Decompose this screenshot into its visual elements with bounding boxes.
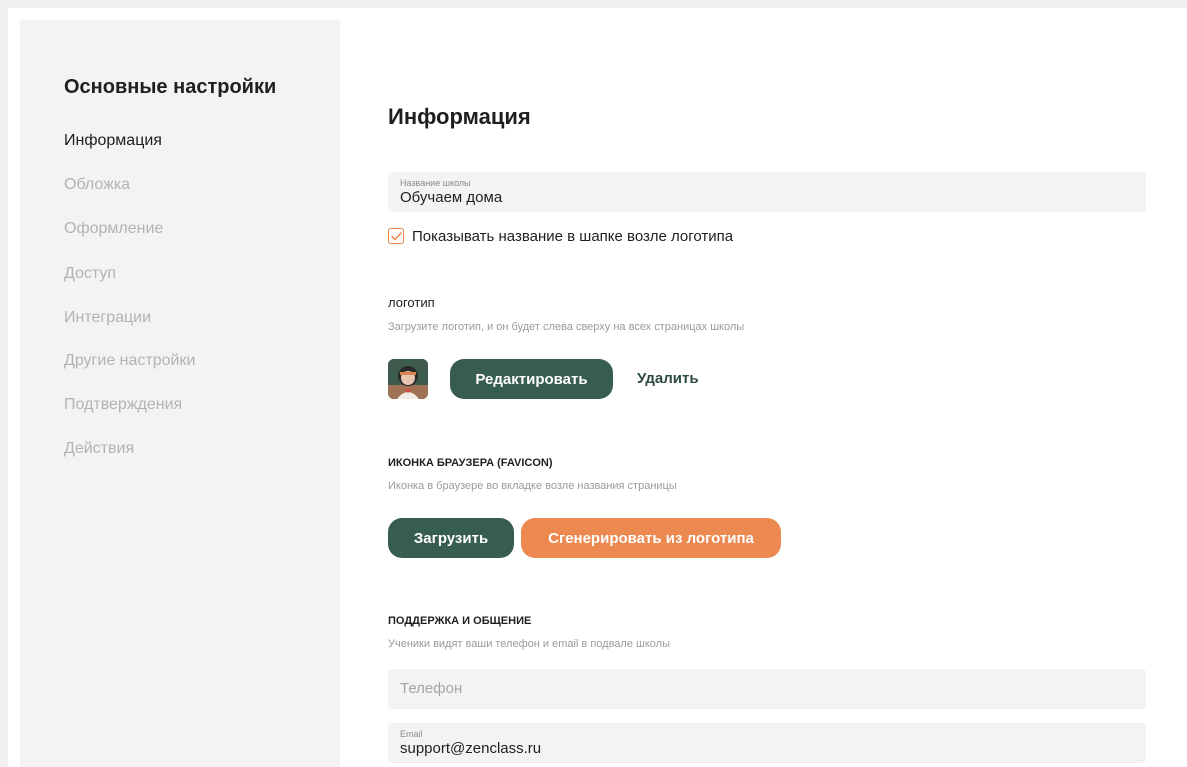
sidebar-item-design[interactable]: Оформление [64, 220, 163, 238]
sidebar-item-confirmations[interactable]: Подтверждения [64, 396, 182, 414]
sidebar-item-integrations[interactable]: Интеграции [64, 309, 151, 327]
email-label: Email [400, 729, 423, 739]
sidebar-item-actions[interactable]: Действия [64, 440, 134, 458]
avatar-logo-icon [388, 359, 428, 399]
delete-logo-button[interactable]: Удалить [637, 370, 699, 387]
phone-field[interactable]: Телефон [388, 669, 1146, 709]
email-value[interactable]: support@zenclass.ru [400, 740, 541, 757]
page-title: Информация [388, 104, 531, 129]
sidebar-item-cover[interactable]: Обложка [64, 176, 130, 194]
settings-sidebar: Основные настройки Информация Обложка Оф… [20, 20, 340, 767]
school-name-field[interactable]: Название школы Обучаем дома [388, 172, 1146, 212]
sidebar-title: Основные настройки [64, 76, 277, 98]
settings-window: Основные настройки Информация Обложка Оф… [8, 8, 1187, 767]
generate-favicon-button[interactable]: Сгенерировать из логотипа [521, 518, 781, 558]
show-name-checkbox-row[interactable]: Показывать название в шапке возле логоти… [388, 227, 733, 245]
logo-thumbnail [388, 359, 428, 399]
school-name-value[interactable]: Обучаем дома [400, 189, 502, 206]
sidebar-item-other-settings[interactable]: Другие настройки [64, 352, 195, 370]
logo-section-title: логотип [388, 295, 435, 310]
upload-favicon-button[interactable]: Загрузить [388, 518, 514, 558]
favicon-section-title: ИКОНКА БРАУЗЕРА (FAVICON) [388, 457, 553, 469]
check-icon [390, 231, 402, 240]
support-section-description: Ученики видят ваши телефон и email в под… [388, 638, 670, 650]
edit-logo-button[interactable]: Редактировать [450, 359, 613, 399]
support-section-title: ПОДДЕРЖКА И ОБЩЕНИЕ [388, 615, 532, 627]
email-field[interactable]: Email support@zenclass.ru [388, 723, 1146, 763]
sidebar-item-access[interactable]: Доступ [64, 265, 116, 283]
logo-section-description: Загрузите логотип, и он будет слева свер… [388, 321, 745, 333]
favicon-section-description: Иконка в браузере во вкладке возле назва… [388, 480, 677, 492]
settings-content: Информация Название школы Обучаем дома П… [340, 20, 1187, 767]
show-name-checkbox-label: Показывать название в шапке возле логоти… [412, 227, 734, 245]
show-name-checkbox[interactable] [388, 228, 404, 244]
sidebar-item-info[interactable]: Информация [64, 132, 162, 150]
school-name-label: Название школы [400, 178, 471, 188]
phone-placeholder: Телефон [400, 680, 463, 697]
